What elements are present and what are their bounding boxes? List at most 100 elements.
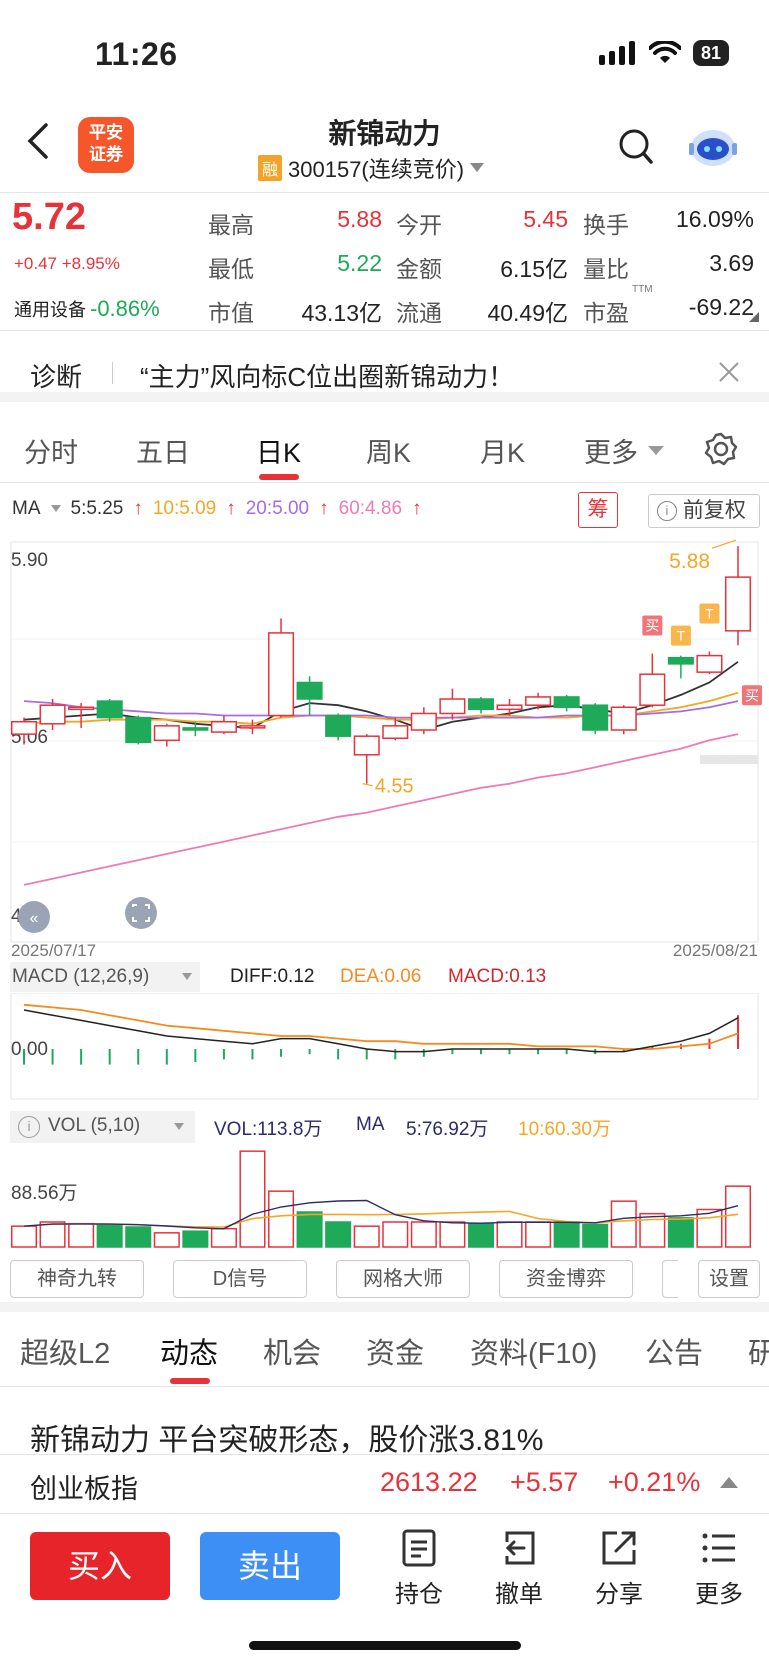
tool-magic-nine[interactable]: 神奇九转 [10, 1260, 144, 1298]
tab-news[interactable]: 动态 [160, 1330, 218, 1372]
ma20-value: 20:5.00 [245, 498, 310, 519]
news-headline[interactable]: 新锦动力 平台突破形态，股价涨3.81% [30, 1415, 543, 1459]
chip-distribution-button[interactable]: 筹 [578, 492, 618, 528]
tab-announcement[interactable]: 公告 [645, 1330, 703, 1372]
status-time: 11:26 [95, 36, 178, 72]
kline-chart[interactable]: 5.90 5.06 4.23 2025/07/17 2025/08/21 5.8… [0, 530, 769, 990]
tool-settings[interactable]: 设置 [698, 1260, 760, 1298]
more-dropdown-icon [648, 446, 664, 455]
diagnosis-tag: 诊断 [30, 362, 83, 392]
candle [268, 632, 295, 717]
volume-label: VOL (5,10) [48, 1115, 141, 1136]
up-arrow-icon: ↑ [226, 498, 236, 519]
quote-turnover-value: 16.09% [675, 206, 754, 232]
stock-code-selector[interactable]: 融 300157(连续竞价) [258, 152, 485, 184]
quote-market-cap-value: 43.13亿 [301, 300, 382, 326]
candle [610, 706, 637, 731]
more-label: 更多 [695, 1581, 743, 1608]
buy-button[interactable]: 买入 [30, 1532, 170, 1600]
tab-five-day[interactable]: 五日 [136, 431, 190, 470]
tab-super-l2[interactable]: 超级L2 [20, 1330, 110, 1372]
volume-chart[interactable]: 88.56万 [0, 1143, 769, 1251]
info-tab-underline [170, 1378, 210, 1384]
volume-bar [724, 1185, 752, 1248]
tab-monthly-k[interactable]: 月K [480, 431, 525, 470]
volume-bar [467, 1222, 494, 1248]
robot-assistant-icon[interactable] [688, 124, 738, 168]
ma60-value: 60:4.86 [338, 498, 403, 519]
sector-name: 通用设备 [14, 300, 86, 320]
candle [153, 725, 180, 742]
home-indicator [249, 1641, 521, 1650]
macd-frame [10, 993, 759, 1100]
macd-zero-label: 0.00 [11, 1039, 48, 1060]
position-button[interactable]: 持仓 [384, 1528, 454, 1609]
tool-hidden-partial[interactable] [662, 1260, 678, 1298]
price-change: +0.47 +8.95% [14, 254, 120, 273]
ma-dropdown-icon [50, 505, 61, 512]
macd-chart[interactable]: 0.00 [0, 993, 769, 1101]
adjust-mode-button[interactable]: i 前复权 [648, 494, 760, 528]
sector-info[interactable]: 通用设备 -0.86% [14, 296, 160, 322]
volume-bar [325, 1221, 352, 1248]
tab-weekly-k[interactable]: 周K [366, 431, 411, 470]
candle [639, 673, 666, 706]
tab-research[interactable]: 研 [748, 1330, 769, 1372]
sell-button[interactable]: 卖出 [200, 1532, 340, 1600]
expand-corner-icon[interactable] [749, 312, 759, 322]
fullscreen-button[interactable] [125, 897, 157, 929]
quote-turnover: 换手 [583, 212, 629, 238]
tab-capital[interactable]: 资金 [366, 1330, 424, 1372]
share-button[interactable]: 分享 [584, 1528, 654, 1609]
tab-more[interactable]: 更多 [584, 431, 638, 470]
candle [496, 704, 523, 711]
candle [724, 576, 752, 632]
banner-divider [112, 362, 113, 384]
quote-high-value: 5.88 [337, 206, 382, 232]
settings-gear-icon[interactable] [704, 432, 738, 466]
info-icon: i [657, 501, 677, 521]
cancel-order-button[interactable]: 撤单 [484, 1528, 554, 1609]
tool-d-signal[interactable]: D信号 [173, 1260, 307, 1298]
macd-dropdown-icon [182, 973, 192, 980]
volume-bar [496, 1221, 523, 1248]
t-signal-text: T [705, 605, 714, 621]
candle [410, 712, 437, 731]
index-ticker[interactable]: 创业板指 2613.22 +5.57 +0.21% [0, 1454, 769, 1514]
volume-bar [553, 1221, 580, 1248]
index-percent: +0.21% [608, 1467, 701, 1497]
quote-market-cap: 市值 [208, 300, 254, 326]
macd-dea: DEA:0.06 [340, 966, 422, 987]
search-icon[interactable] [618, 128, 654, 166]
close-icon[interactable] [718, 361, 740, 383]
volume-axis-label: 88.56万 [11, 1183, 78, 1204]
quote-pe: 市盈 [583, 300, 629, 326]
more-button[interactable]: 更多 [684, 1528, 754, 1609]
document-icon [402, 1529, 436, 1567]
share-label: 分享 [595, 1581, 643, 1608]
index-change: +5.57 [510, 1467, 579, 1497]
macd-diff-line [23, 1009, 739, 1053]
tool-capital-game[interactable]: 资金博弈 [499, 1260, 633, 1298]
ma-legend[interactable]: MA 5:5.25 ↑ 10:5.09 ↑ 20:5.00 ↑ 60:4.86 ↑ [12, 498, 422, 520]
up-arrow-icon: ↑ [133, 498, 143, 519]
candle [182, 727, 209, 731]
volume-bar [382, 1221, 409, 1248]
signal-icon [598, 41, 635, 65]
info-icon[interactable]: i [18, 1116, 40, 1138]
adjust-mode-label: 前复权 [682, 499, 746, 522]
tab-daily-k[interactable]: 日K [256, 431, 301, 470]
candle [68, 706, 95, 711]
quote-low-value: 5.22 [337, 250, 382, 276]
tool-grid-master[interactable]: 网格大师 [336, 1260, 470, 1298]
volume-bar [153, 1232, 180, 1248]
expand-up-icon[interactable] [720, 1476, 738, 1489]
candle [667, 656, 694, 665]
tab-opportunity[interactable]: 机会 [263, 1330, 321, 1372]
tab-f10[interactable]: 资料(F10) [470, 1330, 597, 1372]
info-tabs: 超级L2 动态 机会 资金 资料(F10) 公告 研 [0, 1310, 769, 1386]
volume-bar [610, 1200, 637, 1248]
tab-intraday[interactable]: 分时 [24, 431, 78, 470]
quote-float-cap: 流通 [396, 300, 442, 326]
candle [696, 654, 723, 673]
